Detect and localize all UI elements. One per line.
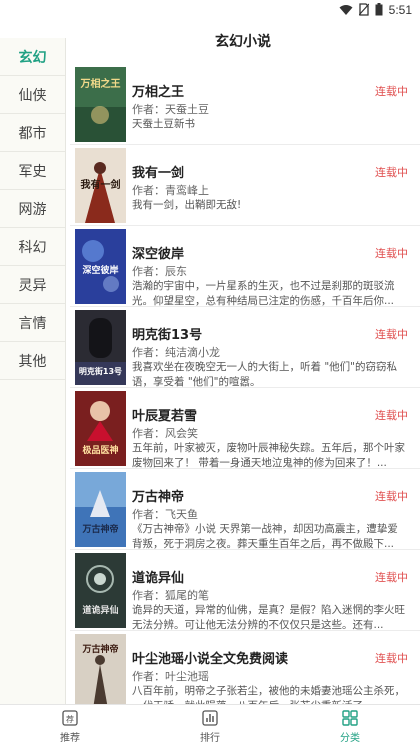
sidebar-item-kehuan[interactable]: 科幻 (0, 228, 65, 266)
book-description: 我有一剑，出鞘即无敌! (132, 199, 242, 211)
sidebar-item-label: 其他 (18, 353, 47, 370)
sidebar-item-label: 灵异 (18, 277, 47, 294)
book-title: 万古神帝 (132, 490, 185, 505)
sidebar-item-label: 网游 (18, 201, 47, 218)
category-sidebar: 玄幻 仙侠 都市 军史 网游 科幻 灵异 言情 其他 (0, 38, 66, 704)
book-title: 叶尘池瑶小说全文免费阅读 (132, 652, 289, 667)
sidebar-item-label: 军史 (18, 163, 47, 180)
wifi-icon (339, 1, 353, 20)
book-description: 我喜欢坐在夜晚空无一人的大街上，听着 "他们"的窃窃私语，享受着 "他们"的喧嚣… (132, 361, 397, 388)
cover-title: 万古神帝 (81, 643, 118, 655)
status-badge: 连载中 (375, 409, 408, 422)
book-item[interactable]: 道诡异仙 道诡异仙 连载中 作者：狐尾的笔 诡异的天道，异常的仙佛，是真？是假？… (70, 550, 420, 631)
ranking-icon (201, 709, 219, 727)
tab-label: 分类 (340, 733, 360, 744)
bottom-tab-bar: 荐 推荐 排行 分类 (0, 704, 420, 748)
no-sim-icon (358, 1, 370, 20)
sidebar-item-label: 都市 (18, 125, 47, 142)
book-cover: 道诡异仙 (75, 553, 126, 628)
book-author: 作者：纯洁滴小龙 (132, 346, 220, 359)
book-cover: 万古神帝 (75, 472, 126, 547)
book-cover: 深空彼岸 (75, 229, 126, 304)
sidebar-item-label: 言情 (18, 315, 47, 332)
sidebar-item-xianxia[interactable]: 仙侠 (0, 76, 65, 114)
book-title: 叶辰夏若雪 (132, 409, 198, 424)
sidebar-item-xuanhuan[interactable]: 玄幻 (0, 38, 65, 76)
page-title: 玄幻小说 (215, 34, 271, 50)
book-cover: 万古神帝 (75, 634, 126, 704)
tab-label: 排行 (200, 733, 220, 744)
sidebar-item-label: 玄幻 (18, 49, 47, 66)
book-item[interactable]: 万古神帝 万古神帝 连载中 作者：飞天鱼 《万古神帝》小说 天界第一战神，却因功… (70, 469, 420, 550)
recommend-icon: 荐 (61, 709, 79, 727)
status-badge: 连载中 (375, 166, 408, 179)
status-bar: 5:51 (0, 0, 420, 20)
cover-title: 明克街13号 (79, 366, 122, 376)
book-description: 天蚕土豆新书 (132, 118, 195, 130)
book-author: 作者：飞天鱼 (132, 508, 198, 521)
book-author: 作者：天蚕土豆 (132, 103, 209, 116)
sidebar-item-label: 科幻 (18, 239, 47, 256)
sidebar-item-label: 仙侠 (18, 87, 47, 104)
tab-category[interactable]: 分类 (280, 705, 420, 748)
book-item[interactable]: 万相之王 万相之王 连载中 作者：天蚕土豆 天蚕土豆新书 (70, 64, 420, 145)
sidebar-item-lingyi[interactable]: 灵异 (0, 266, 65, 304)
status-time: 5:51 (388, 3, 412, 17)
cover-title: 万古神帝 (81, 523, 118, 535)
header: 玄幻小说 (66, 20, 420, 62)
sidebar-item-junshi[interactable]: 军史 (0, 152, 65, 190)
book-title: 深空彼岸 (132, 247, 185, 262)
sidebar-item-qita[interactable]: 其他 (0, 342, 65, 380)
book-description: 八百年前，明帝之子张若尘，被他的未婚妻池瑶公主杀死，一代天骄，就此陨落。八百年后… (132, 685, 405, 704)
cover-title: 极品医神 (82, 444, 118, 456)
cover-title: 道诡异仙 (82, 604, 118, 616)
status-badge: 连载中 (375, 328, 408, 341)
status-badge: 连载中 (375, 85, 408, 98)
book-title: 万相之王 (132, 85, 185, 100)
book-title: 我有一剑 (132, 166, 185, 181)
cover-title: 深空彼岸 (82, 264, 118, 276)
book-cover: 明克街13号 (75, 310, 126, 385)
book-item[interactable]: 万古神帝 叶尘池瑶小说全文免费阅读 连载中 作者：叶尘池瑶 八百年前，明帝之子张… (70, 631, 420, 704)
book-author: 作者：狐尾的笔 (132, 589, 209, 602)
tab-recommend[interactable]: 荐 推荐 (0, 705, 140, 748)
tab-label: 推荐 (60, 733, 80, 744)
book-author: 作者：风会笑 (132, 427, 198, 440)
book-description: 浩瀚的宇宙中，一片星系的生灭，也不过是刹那的斑驳流光。仰望星空，总有种结局已注定… (132, 280, 395, 307)
book-description: 《万古神帝》小说 天界第一战神，却因功高震主，遭挚爱背叛，死于洞房之夜。葬天重生… (132, 523, 398, 550)
book-author: 作者：叶尘池瑶 (132, 670, 209, 683)
cover-title: 我有一剑 (81, 178, 121, 191)
book-item[interactable]: 明克街13号 明克街13号 连载中 作者：纯洁滴小龙 我喜欢坐在夜晚空无一人的大… (70, 307, 420, 388)
book-author: 作者：辰东 (132, 265, 187, 278)
battery-icon (375, 1, 383, 20)
sidebar-item-yanqing[interactable]: 言情 (0, 304, 65, 342)
book-cover: 极品医神 (75, 391, 126, 466)
tab-ranking[interactable]: 排行 (140, 705, 280, 748)
category-icon (341, 709, 359, 727)
book-cover: 我有一剑 (75, 148, 126, 223)
status-badge: 连载中 (375, 652, 408, 665)
book-item[interactable]: 我有一剑 我有一剑 连载中 作者：青鸾峰上 我有一剑，出鞘即无敌! (70, 145, 420, 226)
book-cover: 万相之王 (75, 67, 126, 142)
sidebar-item-wangyou[interactable]: 网游 (0, 190, 65, 228)
sidebar-item-dushi[interactable]: 都市 (0, 114, 65, 152)
book-title: 明克街13号 (132, 328, 203, 343)
svg-text:荐: 荐 (66, 714, 74, 724)
cover-title: 万相之王 (80, 77, 121, 90)
book-description: 五年前，叶家被灭，废物叶辰神秘失踪。五年后，那个叶家废物回来了！ 带着一身通天地… (132, 442, 405, 469)
status-badge: 连载中 (375, 490, 408, 503)
book-item[interactable]: 极品医神 叶辰夏若雪 连载中 作者：风会笑 五年前，叶家被灭，废物叶辰神秘失踪。… (70, 388, 420, 469)
book-author: 作者：青鸾峰上 (132, 184, 209, 197)
status-icons: 5:51 (339, 2, 412, 18)
book-description: 诡异的天道，异常的仙佛，是真？是假？陷入迷惘的李火旺无法分辨。可让他无法分辨的不… (132, 604, 405, 631)
status-badge: 连载中 (375, 247, 408, 260)
book-list[interactable]: 万相之王 万相之王 连载中 作者：天蚕土豆 天蚕土豆新书 我有一剑 我有一剑 连… (70, 64, 420, 704)
book-item[interactable]: 深空彼岸 深空彼岸 连载中 作者：辰东 浩瀚的宇宙中，一片星系的生灭，也不过是刹… (70, 226, 420, 307)
book-title: 道诡异仙 (132, 571, 185, 586)
status-badge: 连载中 (375, 571, 408, 584)
